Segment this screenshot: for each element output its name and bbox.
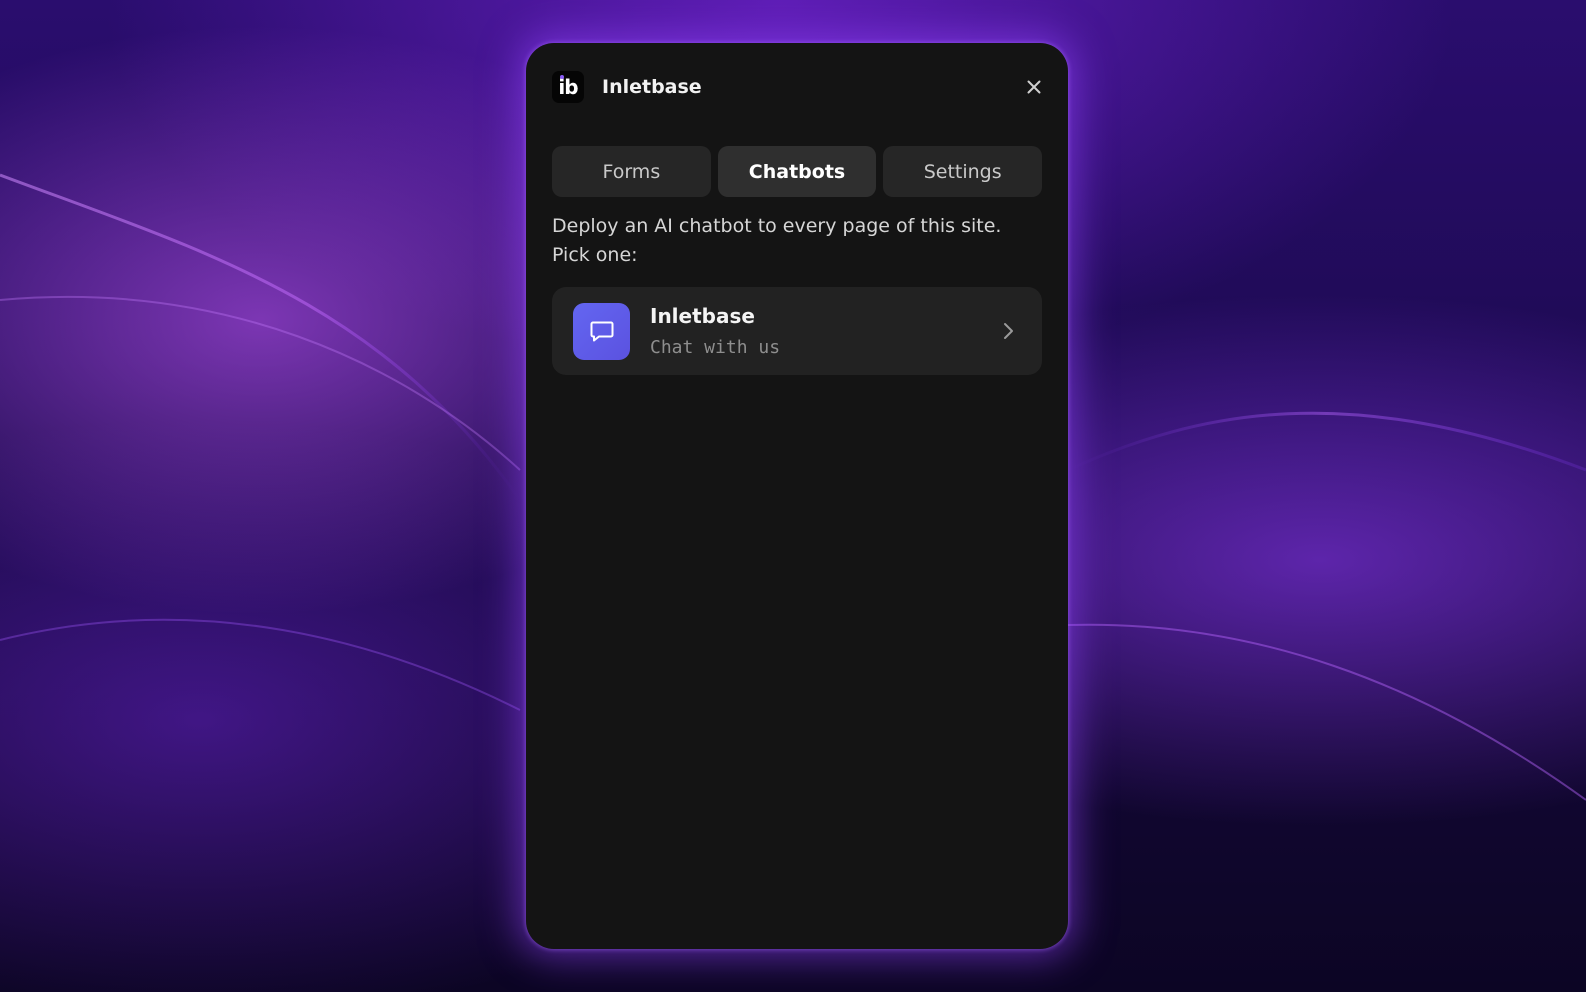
chatbot-subtitle: Chat with us: [650, 337, 781, 358]
tab-settings[interactable]: Settings: [883, 146, 1043, 197]
chatbot-option-inletbase[interactable]: Inletbase Chat with us: [552, 287, 1042, 375]
app-title: Inletbase: [602, 76, 702, 98]
chevron-right-icon: [998, 321, 1018, 341]
chatbot-name: Inletbase: [650, 304, 755, 328]
chat-bubble-icon: [590, 321, 613, 342]
close-button[interactable]: [1022, 75, 1046, 99]
description: Deploy an AI chatbot to every page of th…: [552, 212, 1032, 270]
chatbot-avatar: [573, 302, 630, 360]
tab-forms[interactable]: Forms: [552, 146, 711, 197]
chatbot-panel: ib Inletbase Forms Chatbots Settings Dep…: [526, 43, 1068, 949]
logo-dot: [560, 75, 564, 79]
chatbot-text: Inletbase Chat with us: [650, 303, 780, 359]
tab-bar: Forms Chatbots Settings: [552, 146, 1043, 197]
app-logo: ib: [552, 71, 584, 103]
description-line-1: Deploy an AI chatbot to every page of th…: [552, 215, 1002, 237]
description-line-2: Pick one:: [552, 244, 638, 266]
panel-header: ib Inletbase: [552, 71, 1046, 103]
tab-chatbots[interactable]: Chatbots: [717, 146, 877, 197]
close-icon: [1027, 80, 1041, 94]
